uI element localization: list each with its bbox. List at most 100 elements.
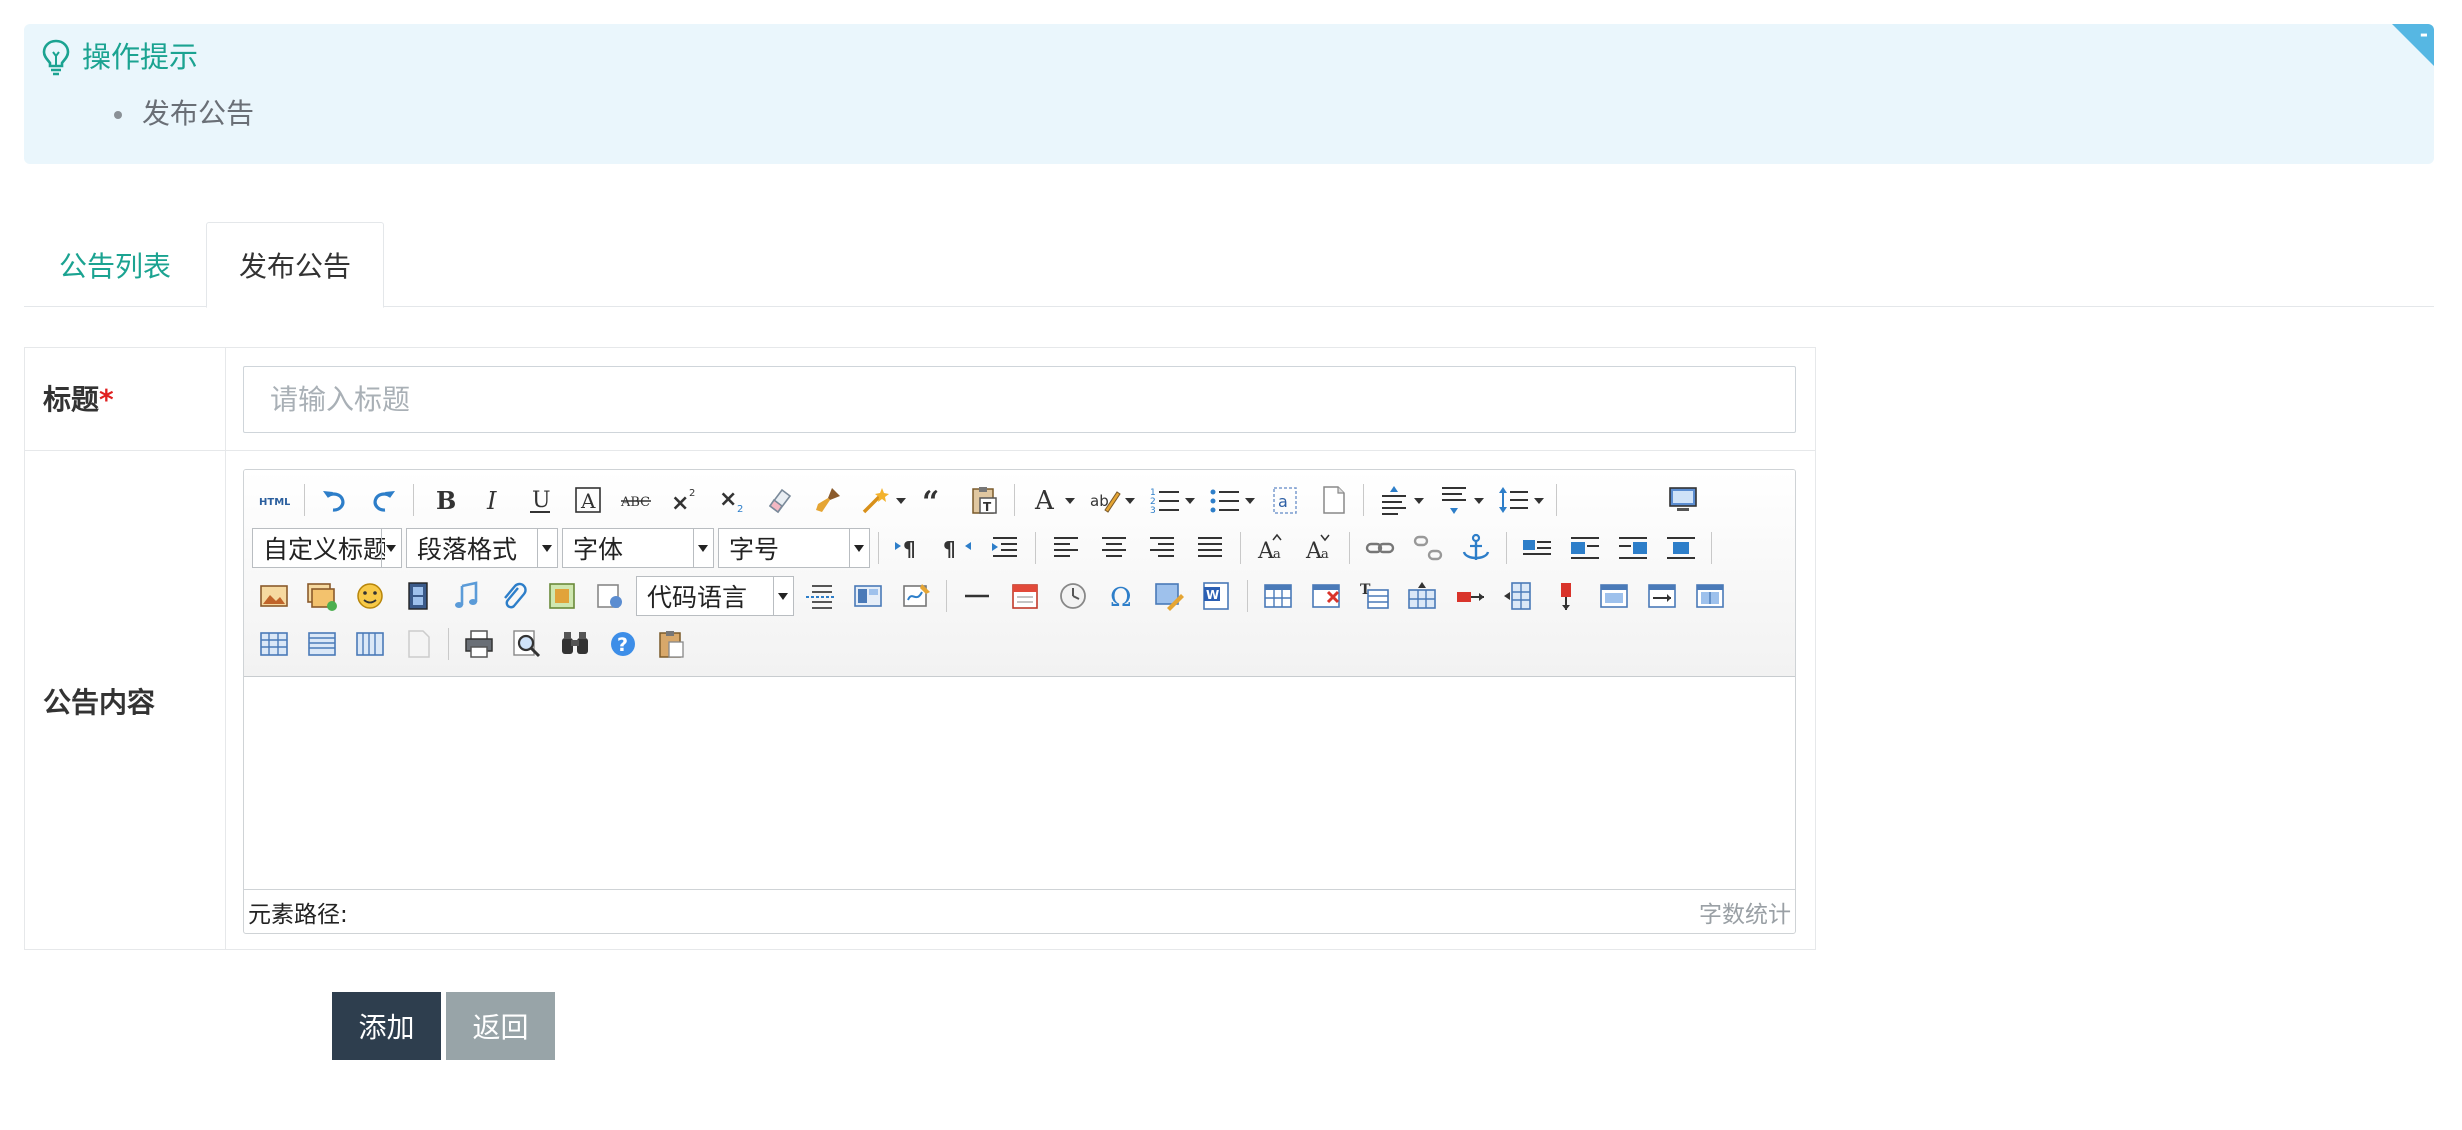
preview-button[interactable] <box>507 624 547 664</box>
add-button[interactable]: 添加 <box>332 992 441 1060</box>
delete-col-button[interactable] <box>1546 576 1586 616</box>
format-painter-button[interactable] <box>808 480 848 520</box>
page-break-button[interactable] <box>800 576 840 616</box>
image-left-button[interactable] <box>1565 528 1605 568</box>
delete-row-button[interactable] <box>1450 576 1490 616</box>
unlink-button[interactable] <box>1408 528 1448 568</box>
uppercase-button[interactable]: Aa <box>1251 528 1291 568</box>
help-icon: ? <box>611 632 635 656</box>
simple-upload-button[interactable] <box>254 576 294 616</box>
svg-text:2: 2 <box>737 504 743 515</box>
font-color-dropdown[interactable]: A <box>1025 480 1077 520</box>
toolbar-row-4: ? <box>250 622 695 666</box>
emotion-button[interactable] <box>350 576 390 616</box>
auto-typeset-dropdown[interactable] <box>856 480 908 520</box>
italic-button[interactable]: I <box>472 480 512 520</box>
clear-doc-button[interactable] <box>1313 480 1353 520</box>
code-language-select[interactable]: 代码语言 <box>636 576 794 616</box>
select-all-button[interactable]: a <box>1265 480 1305 520</box>
svg-text:a: a <box>1273 547 1281 562</box>
toolbar-separator <box>1014 484 1015 516</box>
row-spacing-bottom-dropdown[interactable] <box>1434 480 1486 520</box>
superscript-button[interactable]: × 2 <box>664 480 704 520</box>
insert-row-icon <box>1408 582 1436 609</box>
split-to-rows-button[interactable] <box>302 624 342 664</box>
word-image-button[interactable] <box>1149 576 1189 616</box>
merge-down-icon <box>1696 584 1724 608</box>
horizontal-rule-button[interactable] <box>957 576 997 616</box>
bold-button[interactable]: B <box>424 480 464 520</box>
back-button[interactable]: 返回 <box>446 992 555 1060</box>
redo-button[interactable] <box>363 480 403 520</box>
insert-video-button[interactable] <box>398 576 438 616</box>
insert-frame-button[interactable] <box>590 576 630 616</box>
attachment-button[interactable] <box>494 576 534 616</box>
font-family-select[interactable]: 字体 <box>562 528 714 568</box>
image-center-button[interactable] <box>1661 528 1701 568</box>
split-to-cols-button[interactable] <box>350 624 390 664</box>
superscript-icon: × 2 <box>671 488 695 516</box>
strikethrough-button[interactable]: ABC <box>616 480 656 520</box>
tab-notice-list[interactable]: 公告列表 <box>24 222 206 308</box>
tab-publish-notice[interactable]: 发布公告 <box>206 222 384 308</box>
print-button[interactable] <box>459 624 499 664</box>
merge-right-button[interactable] <box>1642 576 1682 616</box>
image-right-icon <box>1619 537 1647 559</box>
fullscreen-button[interactable] <box>1663 480 1703 520</box>
insert-col-button[interactable] <box>1498 576 1538 616</box>
underline-button[interactable]: U <box>520 480 560 520</box>
clear-format-button[interactable] <box>760 480 800 520</box>
row-spacing-top-dropdown[interactable] <box>1374 480 1426 520</box>
font-size-select[interactable]: 字号 <box>718 528 870 568</box>
special-chars-button[interactable]: Ω <box>1101 576 1141 616</box>
insert-caption-button[interactable]: T <box>1354 576 1394 616</box>
help-button[interactable]: ? <box>603 624 643 664</box>
align-center-button[interactable] <box>1094 528 1134 568</box>
source-html-button[interactable]: HTML <box>254 480 294 520</box>
title-input[interactable] <box>243 366 1796 433</box>
scrawl-button[interactable] <box>896 576 936 616</box>
insert-date-button[interactable] <box>1005 576 1045 616</box>
font-border-button[interactable]: A <box>568 480 608 520</box>
rtl-button[interactable]: ¶ <box>937 528 977 568</box>
drafts-button[interactable] <box>651 624 691 664</box>
align-left-button[interactable] <box>1046 528 1086 568</box>
lowercase-button[interactable]: Aa <box>1299 528 1339 568</box>
align-justify-button[interactable] <box>1190 528 1230 568</box>
insert-row-button[interactable] <box>1402 576 1442 616</box>
image-right-button[interactable] <box>1613 528 1653 568</box>
tips-item: 发布公告 <box>114 94 254 134</box>
editor-content-area[interactable] <box>244 677 1795 889</box>
link-button[interactable] <box>1360 528 1400 568</box>
background-button[interactable] <box>542 576 582 616</box>
insert-time-button[interactable] <box>1053 576 1093 616</box>
image-none-button[interactable] <box>1517 528 1557 568</box>
svg-text:Ω: Ω <box>1110 583 1132 612</box>
blockquote-button[interactable]: “ <box>916 480 956 520</box>
insert-table-button[interactable] <box>1258 576 1298 616</box>
anchor-button[interactable] <box>1456 528 1496 568</box>
template-button[interactable] <box>848 576 888 616</box>
ordered-list-dropdown[interactable]: 123 <box>1145 480 1197 520</box>
paste-plain-button[interactable]: T <box>964 480 1004 520</box>
indent-button[interactable] <box>985 528 1025 568</box>
music-button[interactable] <box>446 576 486 616</box>
undo-button[interactable] <box>315 480 355 520</box>
merge-cells-button[interactable] <box>1594 576 1634 616</box>
unordered-list-dropdown[interactable] <box>1205 480 1257 520</box>
word-import-button[interactable]: W <box>1197 576 1237 616</box>
insert-image-button[interactable] <box>302 576 342 616</box>
merge-down-button[interactable] <box>1690 576 1730 616</box>
split-to-cells-button[interactable] <box>254 624 294 664</box>
search-replace-button[interactable] <box>555 624 595 664</box>
background-color-dropdown[interactable]: ab <box>1085 480 1137 520</box>
paragraph-format-select[interactable]: 段落格式 <box>406 528 558 568</box>
collapse-toggle[interactable]: - <box>2392 24 2434 66</box>
chart-button[interactable] <box>398 624 438 664</box>
ltr-button[interactable]: ¶ <box>889 528 929 568</box>
delete-table-button[interactable] <box>1306 576 1346 616</box>
custom-title-select[interactable]: 自定义标题 <box>252 528 402 568</box>
subscript-button[interactable]: × 2 <box>712 480 752 520</box>
align-right-button[interactable] <box>1142 528 1182 568</box>
line-height-dropdown[interactable] <box>1494 480 1546 520</box>
